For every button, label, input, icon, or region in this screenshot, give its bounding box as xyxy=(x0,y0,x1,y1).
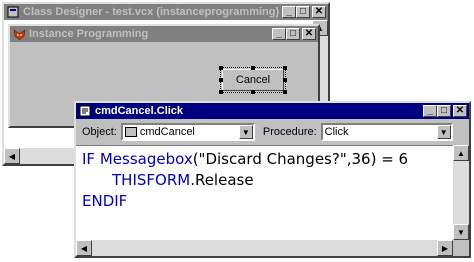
object-label: Object: xyxy=(82,126,117,138)
procedure-combo-value: Click xyxy=(324,126,349,138)
close-button[interactable]: ✕ xyxy=(312,6,326,18)
code-window[interactable]: cmdCancel.Click _ □ ✕ Object: cmdCancel … xyxy=(74,101,471,258)
code-keyword: THISFORM xyxy=(112,171,191,189)
object-combo-value: cmdCancel xyxy=(139,126,195,138)
code-keyword: IF xyxy=(82,150,96,168)
chevron-down-icon[interactable]: ▼ xyxy=(238,125,253,139)
selection-handle[interactable] xyxy=(219,90,223,94)
form-minimize-button[interactable]: _ xyxy=(272,28,286,40)
class-designer-title: Class Designer - test.vcx (instanceprogr… xyxy=(23,6,280,18)
scroll-down-icon[interactable]: ▼ xyxy=(453,224,469,240)
scroll-up-icon[interactable]: ▲ xyxy=(453,145,469,161)
code-minimize-button[interactable]: _ xyxy=(423,105,437,117)
class-designer-icon xyxy=(6,5,20,19)
code-vertical-scrollbar[interactable]: ▲ ▼ xyxy=(453,145,469,240)
code-window-title: cmdCancel.Click xyxy=(95,105,184,117)
selection-handle[interactable] xyxy=(219,66,223,70)
code-line-1: IF Messagebox("Discard Changes?",36) = 6 xyxy=(82,150,408,168)
cancel-button[interactable]: Cancel xyxy=(220,67,286,93)
maximize-button[interactable]: □ xyxy=(296,6,310,18)
form-close-button[interactable]: ✕ xyxy=(302,28,316,40)
code-close-button[interactable]: ✕ xyxy=(453,105,467,117)
size-grip[interactable] xyxy=(453,240,469,256)
selection-handle[interactable] xyxy=(283,66,287,70)
form-maximize-button[interactable]: □ xyxy=(286,28,300,40)
code-editor[interactable]: IF Messagebox("Discard Changes?",36) = 6… xyxy=(76,145,453,240)
code-text: .Release xyxy=(190,171,254,189)
minimize-button[interactable]: _ xyxy=(282,6,296,18)
class-designer-titlebar[interactable]: Class Designer - test.vcx (instanceprogr… xyxy=(4,4,328,20)
code-line-2: THISFORM.Release xyxy=(112,171,254,189)
command-button-icon xyxy=(124,127,137,137)
code-maximize-button[interactable]: □ xyxy=(437,105,451,117)
code-window-titlebar[interactable]: cmdCancel.Click _ □ ✕ xyxy=(76,103,469,119)
code-horizontal-scrollbar[interactable]: ◀ ▶ xyxy=(76,240,453,256)
scroll-right-icon[interactable]: ▶ xyxy=(437,240,453,256)
code-window-icon xyxy=(78,104,92,118)
selection-handle[interactable] xyxy=(219,78,223,82)
procedure-label: Procedure: xyxy=(262,126,317,138)
form-title: Instance Programming xyxy=(29,28,149,40)
chevron-down-icon[interactable]: ▼ xyxy=(436,125,451,139)
code-text: ("Discard Changes?",36) = 6 xyxy=(192,150,409,168)
form-titlebar[interactable]: Instance Programming _ □ ✕ xyxy=(10,26,318,42)
code-window-toolbar: Object: cmdCancel ▼ Procedure: Click ▼ xyxy=(76,119,469,145)
selection-handle[interactable] xyxy=(283,78,287,82)
fox-icon xyxy=(12,27,26,41)
scroll-left-icon[interactable]: ◀ xyxy=(4,148,20,164)
selection-handle[interactable] xyxy=(251,66,255,70)
selection-handle[interactable] xyxy=(283,90,287,94)
code-line-3: ENDIF xyxy=(82,192,127,210)
selection-handle[interactable] xyxy=(251,90,255,94)
scroll-left-icon[interactable]: ◀ xyxy=(76,240,92,256)
code-function: Messagebox xyxy=(99,150,193,168)
procedure-combo[interactable]: Click ▼ xyxy=(320,123,453,141)
code-keyword: ENDIF xyxy=(82,192,128,210)
object-combo[interactable]: cmdCancel ▼ xyxy=(120,123,255,141)
